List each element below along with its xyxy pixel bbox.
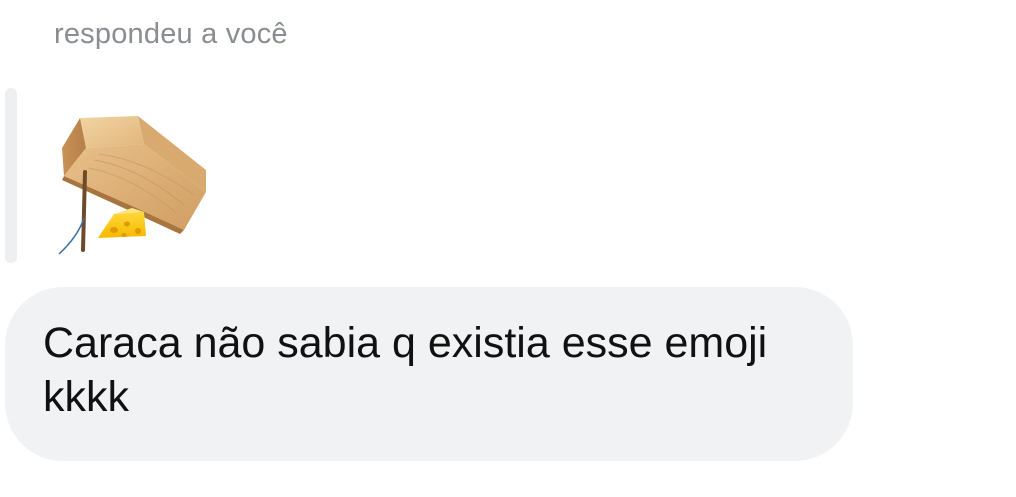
message-text: Caraca não sabia q existia esse emoji kk… bbox=[43, 319, 768, 421]
reply-context-label: respondeu a você bbox=[54, 18, 288, 50]
message-bubble[interactable]: Caraca não sabia q existia esse emoji kk… bbox=[5, 287, 853, 461]
quoted-emoji[interactable] bbox=[54, 110, 214, 260]
quote-bar bbox=[5, 88, 17, 263]
mouse-trap-icon bbox=[58, 116, 206, 255]
